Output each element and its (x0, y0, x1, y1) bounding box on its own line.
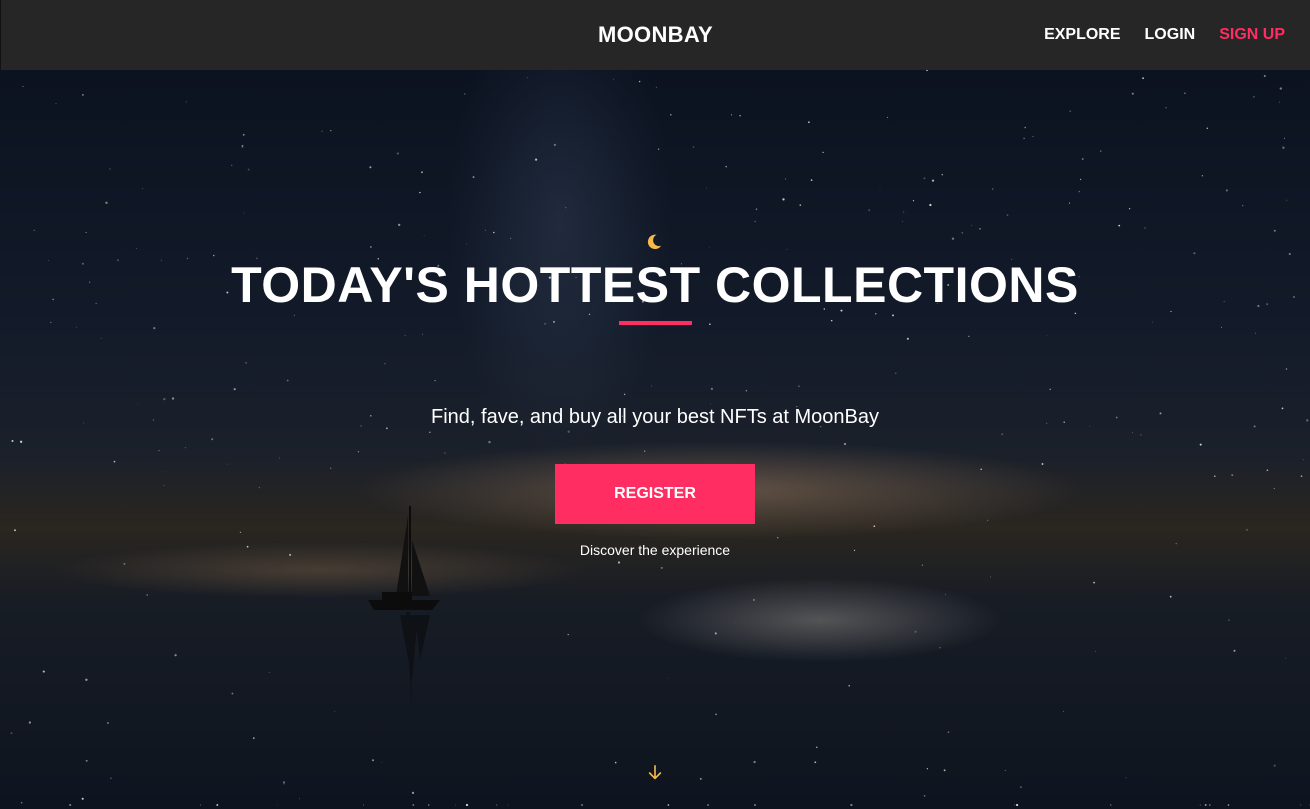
register-button[interactable]: REGISTER (555, 464, 755, 524)
nav-links: EXPLORE LOGIN SIGN UP (1044, 0, 1285, 70)
hero-tagline: Find, fave, and buy all your best NFTs a… (431, 406, 879, 428)
headline-underline (619, 321, 692, 325)
navbar: MOONBAY EXPLORE LOGIN SIGN UP (0, 0, 1310, 70)
moon-icon (647, 234, 662, 250)
nav-login-link[interactable]: LOGIN (1145, 26, 1196, 44)
hero-headline: TODAY'S HOTTEST COLLECTIONS (231, 257, 1079, 313)
nav-signup-link[interactable]: SIGN UP (1219, 26, 1285, 44)
page: MOONBAY EXPLORE LOGIN SIGN UP TODAY'S HO… (0, 0, 1310, 809)
hero-content: TODAY'S HOTTEST COLLECTIONS Find, fave, … (0, 70, 1310, 809)
hero-section: TODAY'S HOTTEST COLLECTIONS Find, fave, … (0, 70, 1310, 809)
discover-text: Discover the experience (579, 542, 731, 558)
arrow-down-icon[interactable] (646, 764, 664, 782)
nav-explore-link[interactable]: EXPLORE (1044, 26, 1120, 44)
